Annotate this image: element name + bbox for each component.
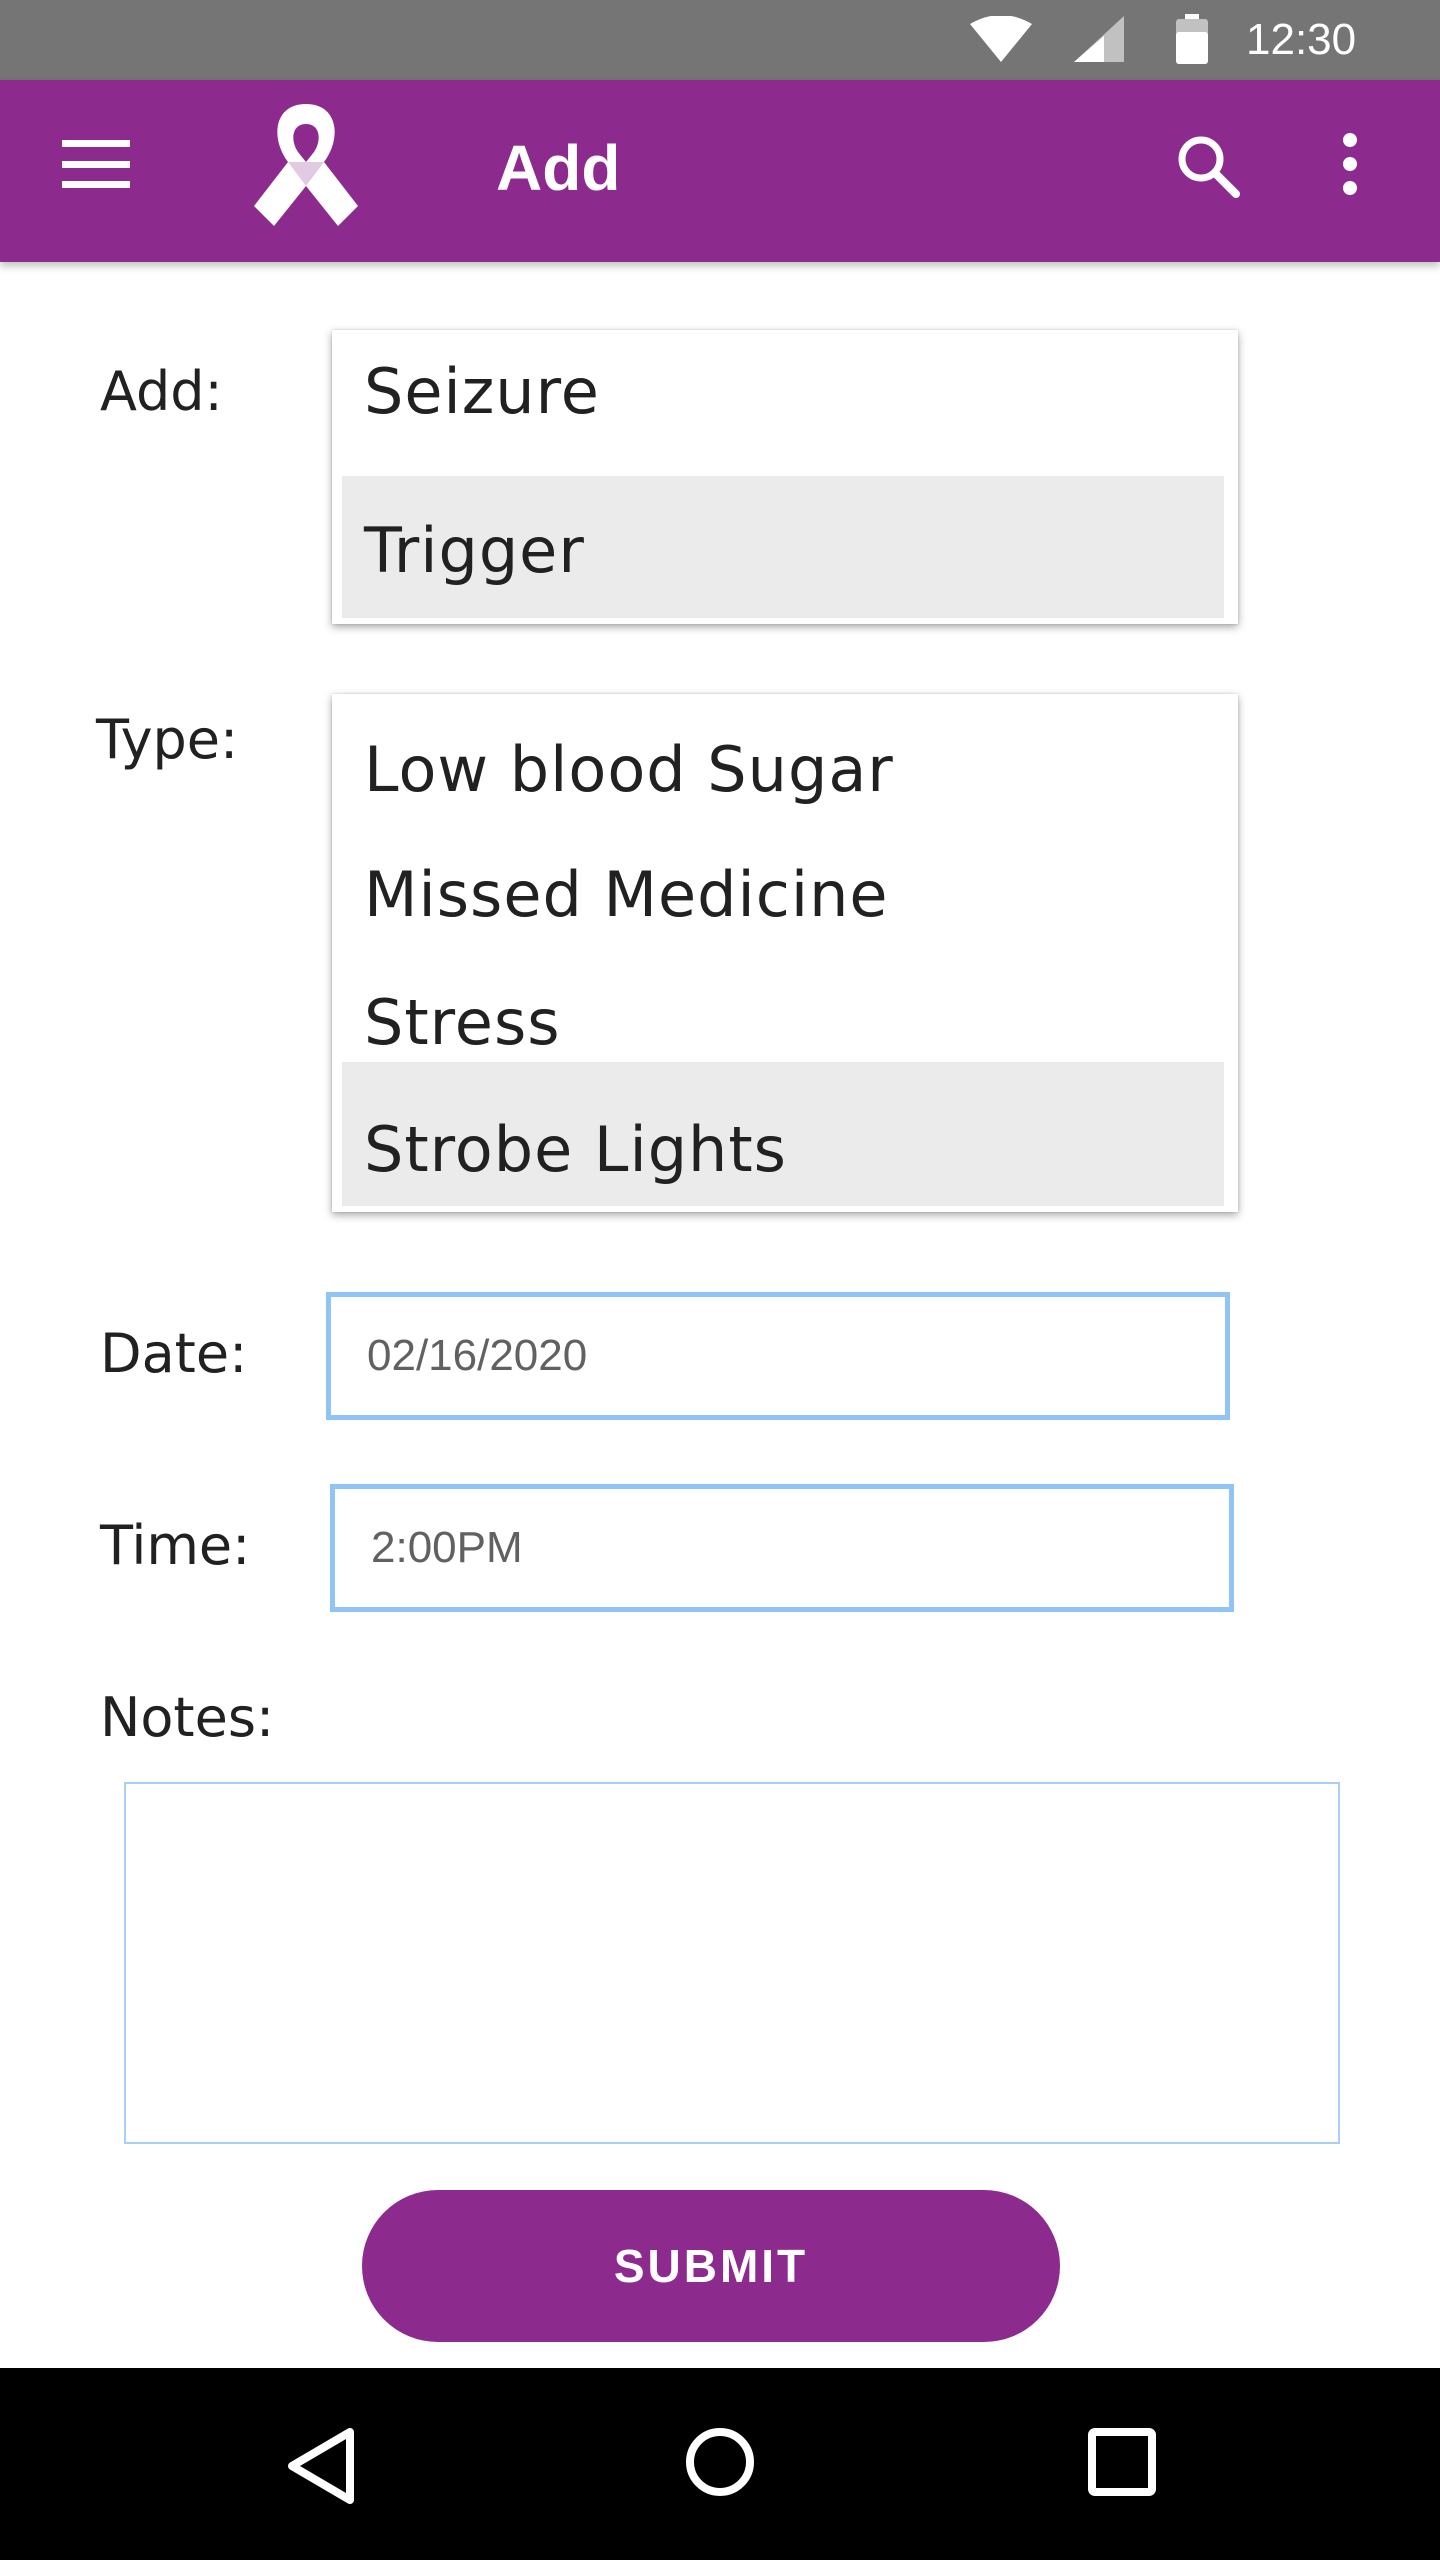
signal-icon: [1074, 16, 1124, 66]
time-label: Time:: [100, 1514, 251, 1577]
status-bar: 12:30: [0, 0, 1440, 80]
add-dropdown: Seizure Trigger: [332, 330, 1238, 624]
type-dropdown: Low blood Sugar Missed Medicine Stress S…: [332, 694, 1238, 1212]
add-option-trigger[interactable]: Trigger: [342, 476, 1224, 618]
nav-bar: [0, 2368, 1440, 2560]
search-icon[interactable]: [1176, 134, 1240, 202]
add-label: Add:: [100, 360, 223, 423]
wifi-icon: [970, 15, 1032, 66]
page-title: Add: [496, 132, 621, 204]
more-vert-icon[interactable]: [1340, 132, 1360, 200]
type-option-strobe-lights[interactable]: Strobe Lights: [342, 1062, 1224, 1206]
back-icon[interactable]: [284, 2426, 356, 2510]
time-field[interactable]: 2:00PM: [330, 1484, 1234, 1612]
notes-label: Notes:: [100, 1686, 275, 1749]
type-option-low-blood-sugar[interactable]: Low blood Sugar: [342, 712, 1224, 828]
date-field[interactable]: 02/16/2020: [326, 1292, 1230, 1420]
add-option-seizure[interactable]: Seizure: [342, 338, 1224, 470]
home-icon[interactable]: [684, 2426, 756, 2502]
type-option-missed-medicine[interactable]: Missed Medicine: [342, 832, 1224, 958]
recents-icon[interactable]: [1088, 2428, 1156, 2500]
submit-button[interactable]: SUBMIT: [362, 2190, 1060, 2342]
ribbon-logo: [244, 98, 368, 236]
battery-icon: [1176, 14, 1208, 68]
notes-field[interactable]: [124, 1782, 1340, 2144]
date-label: Date:: [100, 1322, 248, 1385]
app-bar: Add: [0, 80, 1440, 262]
status-time: 12:30: [1246, 15, 1357, 64]
type-label: Type:: [96, 708, 239, 771]
menu-icon[interactable]: [62, 140, 130, 192]
